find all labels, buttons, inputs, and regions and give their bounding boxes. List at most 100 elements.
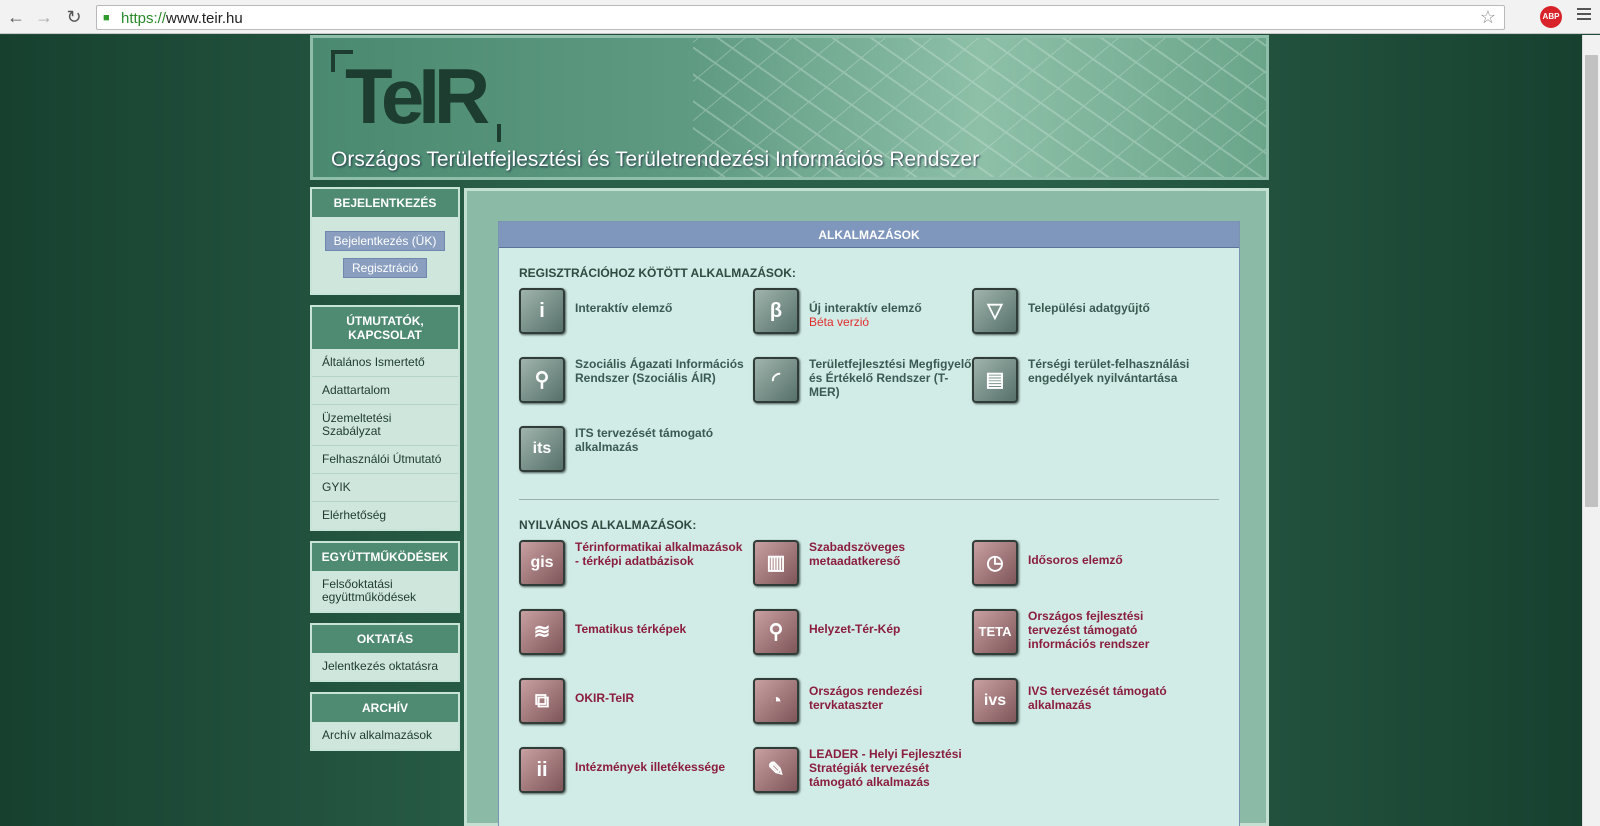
app-label[interactable]: Országos fejlesztési tervezést támogató … [1028, 609, 1198, 651]
app-label[interactable]: Szabadszöveges metaadatkereső [809, 540, 979, 568]
guides-section: Általános Ismertető Adattartalom Üzemelt… [310, 349, 460, 531]
app-label[interactable]: Helyzet-Tér-Kép [809, 622, 979, 636]
sidebar-item-user-guide[interactable]: Felhasználói Útmutató [312, 446, 458, 474]
reload-icon[interactable]: ↻ [62, 5, 86, 29]
sidebar-item-contact[interactable]: Elérhetőség [312, 502, 458, 529]
register-button[interactable]: Regisztráció [342, 258, 428, 278]
scroll-thumb[interactable] [1585, 55, 1598, 507]
app-label[interactable]: LEADER - Helyi Fejlesztési Stratégiák te… [809, 747, 979, 789]
app-label[interactable]: Települési adatgyűjtő [1028, 301, 1198, 315]
sidebar-item-archive-apps[interactable]: Archív alkalmazások [312, 722, 458, 749]
people-icon[interactable]: ⚲ [519, 357, 565, 403]
app-label[interactable]: Tematikus térképek [575, 622, 745, 636]
curve-icon[interactable]: ◜ [753, 357, 799, 403]
registered-apps-title: REGISZTRÁCIÓHOZ KÖTÖTT ALKALMAZÁSOK: [519, 266, 796, 280]
app-label[interactable]: Országos rendezési tervkataszter [809, 684, 979, 712]
back-arrow-icon[interactable]: ← [4, 5, 28, 29]
sidebar-item-faq[interactable]: GYIK [312, 474, 458, 502]
logo-text: TeIR [345, 52, 490, 140]
app-land-use-permits[interactable]: ▤ Térségi terület-felhasználási engedély… [972, 357, 1197, 407]
app-label[interactable]: Területfejlesztési Megfigyelő és Értékel… [809, 357, 979, 399]
sidebar-item-operating-rules[interactable]: Üzemeltetési Szabályzat [312, 405, 458, 446]
disk-icon[interactable]: ◔ [753, 678, 799, 724]
app-label[interactable]: Intézmények illetékessége [575, 760, 745, 774]
beta-version-note: Béta verzió [809, 315, 870, 329]
app-label[interactable]: ITS tervezését támogató alkalmazás [575, 426, 745, 454]
app-helyzet-ter-kep[interactable]: ⚲ Helyzet-Tér-Kép [753, 609, 978, 659]
applications-header: ALKALMAZÁSOK [499, 222, 1239, 248]
app-label[interactable]: Idősoros elemző [1028, 553, 1198, 567]
clock-icon[interactable]: ◷ [972, 540, 1018, 586]
info-icon[interactable]: i [519, 288, 565, 334]
education-section-title: OKTATÁS [310, 623, 460, 653]
browser-toolbar: ← → ↻ ■ https://www.teir.hu ☆ ABP [0, 0, 1600, 34]
forward-arrow-icon[interactable]: → [32, 5, 56, 29]
app-label[interactable]: IVS tervezését támogató alkalmazás [1028, 684, 1198, 712]
applications-panel: ALKALMAZÁSOK REGISZTRÁCIÓHOZ KÖTÖTT ALKA… [498, 221, 1240, 826]
sidebar-item-general-overview[interactable]: Általános Ismertető [312, 349, 458, 377]
app-label[interactable]: Szociális Ágazati Információs Rendszer (… [575, 357, 745, 385]
funnel-icon[interactable]: ▽ [972, 288, 1018, 334]
adblock-icon[interactable]: ABP [1540, 6, 1562, 28]
sidebar-item-training-signup[interactable]: Jelentkezés oktatásra [312, 653, 458, 680]
app-institution-competence[interactable]: ii Intézmények illetékessége [519, 747, 744, 797]
gis-icon[interactable]: gis [519, 540, 565, 586]
education-section: Jelentkezés oktatásra [310, 653, 460, 682]
app-time-series[interactable]: ◷ Idősoros elemző [972, 540, 1197, 590]
okir-icon[interactable]: ⧉ [519, 678, 565, 724]
app-leader[interactable]: ✎ LEADER - Helyi Fejlesztési Stratégiák … [753, 747, 978, 797]
address-bar[interactable]: ■ https://www.teir.hu ☆ [96, 5, 1505, 30]
ivs-icon[interactable]: ivs [972, 678, 1018, 724]
archive-section-title: ARCHÍV [310, 692, 460, 722]
book-icon[interactable]: ▥ [753, 540, 799, 586]
app-okir-teir[interactable]: ⧉ OKIR-TeIR [519, 678, 744, 728]
app-label[interactable]: Új interaktív elemző Béta verzió [809, 301, 979, 329]
its-icon[interactable]: its [519, 426, 565, 472]
sidebar-item-higher-education[interactable]: Felsőoktatási együttműködések [312, 571, 458, 611]
app-label[interactable]: Interaktív elemző [575, 301, 745, 315]
layers-icon[interactable]: ≋ [519, 609, 565, 655]
documents-icon[interactable]: ▤ [972, 357, 1018, 403]
app-label[interactable]: OKIR-TeIR [575, 691, 745, 705]
app-new-interactive-analyzer[interactable]: β Új interaktív elemző Béta verzió [753, 288, 978, 338]
scrollbar[interactable] [1582, 35, 1600, 826]
app-social-air[interactable]: ⚲ Szociális Ágazati Információs Rendszer… [519, 357, 744, 407]
app-label[interactable]: Térinformatikai alkalmazások - térképi a… [575, 540, 745, 568]
app-metadata-search[interactable]: ▥ Szabadszöveges metaadatkereső [753, 540, 978, 590]
main-content: ALKALMAZÁSOK REGISZTRÁCIÓHOZ KÖTÖTT ALKA… [464, 188, 1269, 826]
logo-bracket [331, 50, 335, 72]
archive-section: Archív alkalmazások [310, 722, 460, 751]
login-section: Bejelentkezés (ÜK) Regisztráció [310, 217, 460, 295]
app-thematic-maps[interactable]: ≋ Tematikus térképek [519, 609, 744, 659]
teir-logo[interactable]: TeIR [331, 50, 501, 142]
app-gis[interactable]: gis Térinformatikai alkalmazások - térké… [519, 540, 744, 590]
menu-icon[interactable] [1577, 8, 1591, 22]
ii-icon[interactable]: ii [519, 747, 565, 793]
cooperation-section-title: EGYÜTTMŰKÖDÉSEK [310, 541, 460, 571]
guides-section-title: ÚTMUTATÓK, KAPCSOLAT [310, 305, 460, 349]
site-banner: TeIR Országos Területfejlesztési és Terü… [310, 35, 1269, 180]
app-t-mer[interactable]: ◜ Területfejlesztési Megfigyelő és Érték… [753, 357, 978, 407]
app-teta[interactable]: TETA Országos fejlesztési tervezést támo… [972, 609, 1197, 659]
left-sidebar: BEJELENTKEZÉS Bejelentkezés (ÜK) Regiszt… [310, 187, 460, 751]
app-ivs-planning[interactable]: ivs IVS tervezését támogató alkalmazás [972, 678, 1197, 728]
beta-icon[interactable]: β [753, 288, 799, 334]
leader-icon[interactable]: ✎ [753, 747, 799, 793]
app-interactive-analyzer[interactable]: i Interaktív elemző [519, 288, 744, 338]
url-text[interactable]: https://www.teir.hu [121, 10, 243, 27]
sidebar-item-data-content[interactable]: Adattartalom [312, 377, 458, 405]
app-planning-cadastre[interactable]: ◔ Országos rendezési tervkataszter [753, 678, 978, 728]
app-its-planning[interactable]: its ITS tervezését támogató alkalmazás [519, 426, 744, 476]
teta-icon[interactable]: TETA [972, 609, 1018, 655]
cooperation-section: Felsőoktatási együttműködések [310, 571, 460, 613]
lock-icon: ■ [103, 12, 110, 24]
login-button[interactable]: Bejelentkezés (ÜK) [324, 231, 446, 251]
bookmark-star-icon[interactable]: ☆ [1480, 7, 1496, 28]
app-label[interactable]: Térségi terület-felhasználási engedélyek… [1028, 357, 1198, 385]
app-settlement-data-collector[interactable]: ▽ Települési adatgyűjtő [972, 288, 1197, 338]
magnifier-icon[interactable]: ⚲ [753, 609, 799, 655]
section-divider [519, 499, 1219, 500]
login-section-title: BEJELENTKEZÉS [310, 187, 460, 217]
site-title: Országos Területfejlesztési és Területre… [331, 148, 980, 171]
logo-bracket [497, 124, 501, 142]
